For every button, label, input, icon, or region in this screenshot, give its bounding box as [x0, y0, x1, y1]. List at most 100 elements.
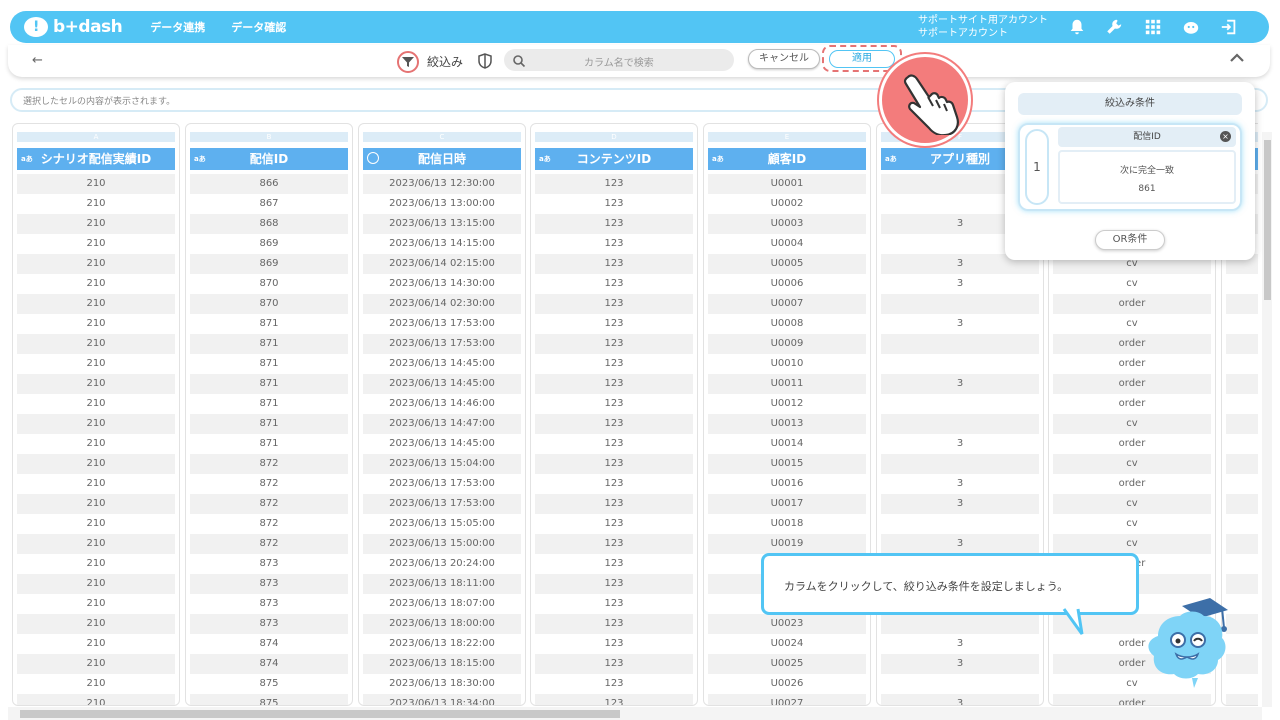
table-cell[interactable]: [1226, 554, 1258, 574]
table-cell[interactable]: 2023/06/13 15:00:00: [363, 534, 521, 554]
table-cell[interactable]: [1226, 574, 1258, 594]
table-cell[interactable]: order: [1053, 374, 1211, 394]
condition-body[interactable]: 次に完全一致 861: [1058, 150, 1236, 204]
table-cell[interactable]: 123: [535, 634, 693, 654]
table-cell[interactable]: cv: [1053, 274, 1211, 294]
column-search-input[interactable]: カラム名で検索: [504, 49, 734, 71]
table-cell[interactable]: 869: [190, 234, 348, 254]
grid-menu-icon[interactable]: [1144, 18, 1162, 36]
table-cell[interactable]: [1226, 434, 1258, 454]
logo[interactable]: ! b+dash: [24, 17, 123, 37]
table-cell[interactable]: 2023/06/13 15:04:00: [363, 454, 521, 474]
table-cell[interactable]: 872: [190, 534, 348, 554]
table-cell[interactable]: [881, 394, 1039, 414]
table-cell[interactable]: 3: [881, 434, 1039, 454]
table-cell[interactable]: 123: [535, 234, 693, 254]
table-cell[interactable]: [881, 614, 1039, 634]
table-cell[interactable]: order: [1053, 394, 1211, 414]
table-cell[interactable]: 874: [190, 634, 348, 654]
table-cell[interactable]: 210: [17, 534, 175, 554]
table-cell[interactable]: 873: [190, 614, 348, 634]
table-cell[interactable]: 210: [17, 194, 175, 214]
table-cell[interactable]: 873: [190, 574, 348, 594]
table-cell[interactable]: order: [1053, 434, 1211, 454]
table-cell[interactable]: 871: [190, 394, 348, 414]
table-cell[interactable]: 2023/06/13 17:53:00: [363, 494, 521, 514]
table-cell[interactable]: 871: [190, 374, 348, 394]
table-cell[interactable]: U0004: [708, 234, 866, 254]
table-cell[interactable]: [881, 414, 1039, 434]
table-cell[interactable]: U0026: [708, 674, 866, 694]
table-cell[interactable]: 2023/06/13 13:00:00: [363, 194, 521, 214]
table-cell[interactable]: 123: [535, 554, 693, 574]
table-cell[interactable]: 2023/06/13 18:11:00: [363, 574, 521, 594]
table-cell[interactable]: U0002: [708, 194, 866, 214]
grid-column[interactable]: C 配信日時 2023/06/13 12:30:00 2023/06/13 13:00…: [358, 123, 526, 706]
bell-icon[interactable]: [1068, 18, 1086, 36]
table-cell[interactable]: 2023/06/13 14:46:00: [363, 394, 521, 414]
table-cell[interactable]: [1226, 294, 1258, 314]
table-cell[interactable]: 3: [881, 274, 1039, 294]
column-letter[interactable]: C: [363, 132, 521, 142]
table-cell[interactable]: 210: [17, 374, 175, 394]
table-cell[interactable]: 123: [535, 474, 693, 494]
grid-column[interactable]: Eaあ 顧客ID U0001 U0002 U0003 U0004 U0005 U0006 U00…: [703, 123, 871, 706]
table-cell[interactable]: U0010: [708, 354, 866, 374]
remove-condition-icon[interactable]: ×: [1220, 131, 1231, 142]
table-cell[interactable]: 123: [535, 694, 693, 705]
table-cell[interactable]: U0016: [708, 474, 866, 494]
vertical-scrollbar[interactable]: [1262, 132, 1272, 707]
table-cell[interactable]: [881, 514, 1039, 534]
table-cell[interactable]: 2023/06/13 17:53:00: [363, 474, 521, 494]
table-cell[interactable]: 123: [535, 534, 693, 554]
table-cell[interactable]: 875: [190, 674, 348, 694]
table-cell[interactable]: 2023/06/13 14:45:00: [363, 434, 521, 454]
table-cell[interactable]: 3: [881, 694, 1039, 705]
table-cell[interactable]: U0018: [708, 514, 866, 534]
table-cell[interactable]: 210: [17, 474, 175, 494]
table-cell[interactable]: 210: [17, 414, 175, 434]
table-cell[interactable]: 210: [17, 694, 175, 705]
back-arrow-icon[interactable]: ←: [32, 53, 43, 68]
table-cell[interactable]: U0024: [708, 634, 866, 654]
table-cell[interactable]: 872: [190, 514, 348, 534]
table-cell[interactable]: 3: [881, 634, 1039, 654]
table-cell[interactable]: [1226, 474, 1258, 494]
table-cell[interactable]: 867: [190, 194, 348, 214]
filter-icon[interactable]: [397, 51, 419, 73]
table-cell[interactable]: [1226, 514, 1258, 534]
table-cell[interactable]: 3: [881, 314, 1039, 334]
or-condition-button[interactable]: OR条件: [1095, 230, 1165, 250]
table-cell[interactable]: 871: [190, 314, 348, 334]
table-cell[interactable]: 872: [190, 474, 348, 494]
table-cell[interactable]: [1226, 334, 1258, 354]
table-cell[interactable]: 210: [17, 314, 175, 334]
table-cell[interactable]: 2023/06/13 14:15:00: [363, 234, 521, 254]
table-cell[interactable]: 3: [881, 534, 1039, 554]
table-cell[interactable]: 210: [17, 214, 175, 234]
table-cell[interactable]: cv: [1053, 414, 1211, 434]
table-cell[interactable]: 210: [17, 174, 175, 194]
logout-icon[interactable]: [1220, 18, 1238, 36]
table-cell[interactable]: 210: [17, 454, 175, 474]
table-cell[interactable]: order: [1053, 694, 1211, 705]
table-cell[interactable]: U0023: [708, 614, 866, 634]
table-cell[interactable]: [1226, 314, 1258, 334]
table-cell[interactable]: 871: [190, 434, 348, 454]
column-header[interactable]: aあ シナリオ配信実績ID: [17, 148, 175, 170]
table-cell[interactable]: U0003: [708, 214, 866, 234]
table-cell[interactable]: 2023/06/13 18:30:00: [363, 674, 521, 694]
column-letter[interactable]: A: [17, 132, 175, 142]
table-cell[interactable]: [881, 454, 1039, 474]
table-cell[interactable]: U0025: [708, 654, 866, 674]
table-cell[interactable]: [881, 674, 1039, 694]
table-cell[interactable]: 3: [881, 494, 1039, 514]
table-cell[interactable]: 123: [535, 254, 693, 274]
table-cell[interactable]: cv: [1053, 454, 1211, 474]
table-cell[interactable]: order: [1053, 474, 1211, 494]
table-cell[interactable]: U0007: [708, 294, 866, 314]
table-cell[interactable]: 123: [535, 394, 693, 414]
table-cell[interactable]: [1226, 494, 1258, 514]
table-cell[interactable]: 875: [190, 694, 348, 705]
table-cell[interactable]: 210: [17, 294, 175, 314]
